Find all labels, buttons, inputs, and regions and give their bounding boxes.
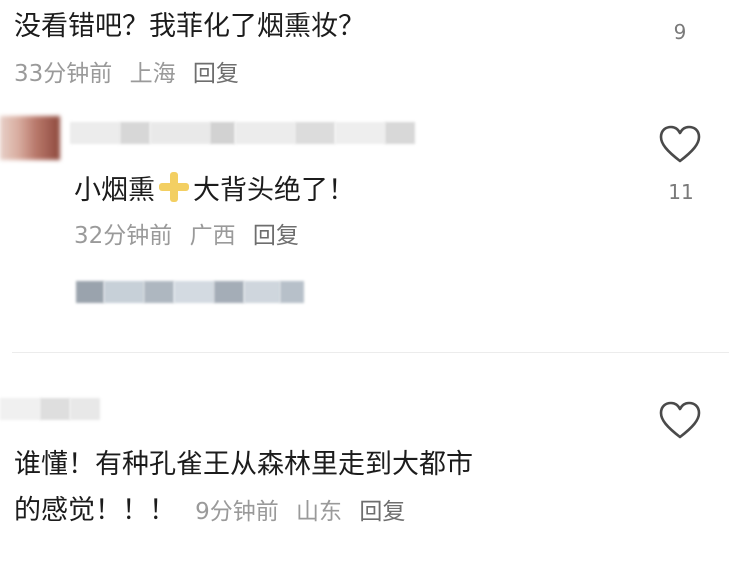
like-button[interactable]	[658, 400, 704, 442]
comment-divider	[12, 352, 729, 353]
username-redacted[interactable]	[70, 122, 415, 144]
comment-meta: 33分钟前 上海 回复	[14, 54, 249, 88]
like-count: 9	[673, 20, 687, 44]
comment-location: 上海	[129, 61, 176, 87]
comment-location: 山东	[296, 499, 343, 525]
comment-time: 33分钟前	[14, 61, 113, 87]
comment-meta: 32分钟前 广西 回复	[74, 216, 309, 250]
avatar[interactable]	[0, 116, 60, 160]
comment-location: 广西	[189, 223, 236, 249]
heart-outline-icon	[659, 401, 701, 439]
reply-button[interactable]: 回复	[253, 223, 299, 249]
comment-text-line: 的感觉！！！	[14, 495, 176, 526]
comment-time: 32分钟前	[74, 223, 173, 249]
reply-comment-item: 小烟熏 大背头绝了！ 32分钟前 广西 回复 11	[0, 100, 729, 260]
like-button[interactable]	[658, 124, 704, 166]
yellow-plus-icon	[157, 172, 191, 202]
reply-button[interactable]: 回复	[193, 61, 239, 87]
comment-meta: 9分钟前 山东 回复	[195, 499, 415, 525]
comment-item: 谁懂！有种孔雀王从森林里走到大都市 的感觉！！！ 9分钟前 山东 回复	[0, 360, 729, 566]
comment-text-line: 谁懂！有种孔雀王从森林里走到大都市	[14, 449, 473, 480]
like-button[interactable]	[650, 0, 710, 12]
like-count: 11	[668, 180, 694, 204]
comment-text-part: 大背头绝了！	[193, 175, 355, 206]
username-redacted[interactable]	[0, 398, 100, 420]
redacted-reply-row[interactable]	[76, 281, 304, 303]
comment-item: 没看错吧？我菲化了烟熏妆？ 33分钟前 上海 回复 9	[0, 0, 729, 90]
comment-text: 小烟熏 大背头绝了！	[74, 172, 355, 208]
reply-button[interactable]: 回复	[359, 499, 405, 525]
comment-text-part: 小烟熏	[74, 175, 155, 206]
heart-outline-icon	[659, 125, 701, 163]
comment-text: 没看错吧？我菲化了烟熏妆？	[14, 11, 365, 42]
comment-text-line-with-meta: 的感觉！！！ 9分钟前 山东 回复	[14, 492, 415, 528]
comment-time: 9分钟前	[195, 499, 279, 525]
